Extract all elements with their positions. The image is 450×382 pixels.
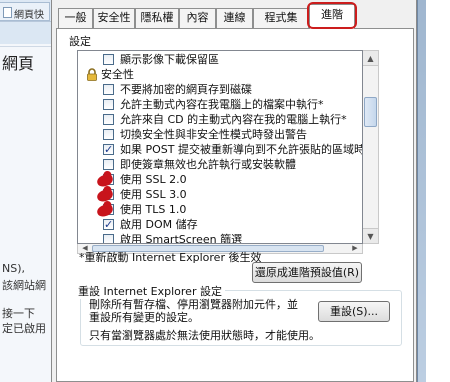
lock-icon bbox=[87, 68, 97, 81]
tab-privacy[interactable]: 隱私權 bbox=[135, 8, 179, 28]
tab-general[interactable]: 一般 bbox=[58, 8, 93, 28]
background-text-line: 接一下 bbox=[2, 307, 35, 320]
restart-note: *重新啟動 Internet Explorer 後生效 bbox=[79, 251, 262, 264]
dialog-window-frame bbox=[417, 0, 426, 382]
background-command-bar bbox=[0, 22, 52, 44]
background-heading: 網頁 bbox=[2, 54, 35, 73]
checkbox[interactable] bbox=[103, 129, 114, 140]
checkbox[interactable] bbox=[103, 99, 114, 110]
settings-group-label: 設定 bbox=[69, 35, 91, 48]
scroll-up-icon[interactable]: ▲ bbox=[363, 51, 378, 66]
checkbox[interactable] bbox=[103, 114, 114, 125]
checkbox[interactable] bbox=[103, 217, 114, 232]
background-tab-title: 網頁快 bbox=[14, 10, 44, 21]
checkbox[interactable] bbox=[103, 84, 114, 95]
reset-note: 只有當瀏覽器處於無法使用狀態時，才能使用。 bbox=[89, 329, 320, 342]
internet-options-dialog: 一般 安全性 隱私權 內容 連線 程式集 進階 設定 顯示影像下載保留區 安全性… bbox=[51, 0, 417, 382]
page-icon bbox=[3, 7, 12, 18]
scroll-down-icon[interactable]: ▼ bbox=[363, 228, 378, 243]
tab-content[interactable]: 內容 bbox=[179, 8, 216, 28]
vertical-scrollbar[interactable]: ▲ ▼ bbox=[363, 50, 379, 244]
reset-description: 刪除所有暫存檔、停用瀏覽器附加元件，並重設所有變更的設定。 bbox=[89, 298, 298, 324]
highlight-annotation bbox=[307, 2, 357, 29]
checkbox[interactable] bbox=[103, 142, 114, 157]
background-text-line: 定已啟用 bbox=[2, 322, 46, 335]
advanced-settings-list[interactable]: 顯示影像下載保留區 安全性 不要將加密的網頁存到磁碟 允許主動式內容在我電腦上的… bbox=[77, 50, 363, 244]
background-text-line: NS), bbox=[2, 262, 25, 275]
tab-security[interactable]: 安全性 bbox=[93, 8, 135, 28]
restore-advanced-defaults-button[interactable]: 還原成進階預設值(R) bbox=[252, 262, 362, 283]
tab-connections[interactable]: 連線 bbox=[216, 8, 253, 28]
background-divider bbox=[0, 46, 52, 47]
tab-programs[interactable]: 程式集 bbox=[253, 8, 309, 28]
scroll-right-icon[interactable]: ▶ bbox=[349, 244, 361, 253]
tab-bar: 一般 安全性 隱私權 內容 連線 程式集 進階 bbox=[52, 0, 418, 29]
scroll-thumb[interactable] bbox=[364, 97, 377, 127]
reset-group-title: 重設 Internet Explorer 設定 bbox=[75, 283, 225, 299]
background-browser-tab[interactable]: 網頁快 bbox=[0, 2, 50, 21]
checkbox[interactable] bbox=[103, 234, 114, 243]
checkbox[interactable] bbox=[103, 159, 114, 170]
background-text-line: 該網站網 bbox=[2, 279, 46, 292]
reset-button[interactable]: 重設(S)... bbox=[318, 301, 390, 322]
checkbox[interactable] bbox=[103, 54, 114, 65]
background-browser-window: 網頁快 網頁 NS), 該網站網 接一下 定已啟用 bbox=[0, 0, 52, 382]
